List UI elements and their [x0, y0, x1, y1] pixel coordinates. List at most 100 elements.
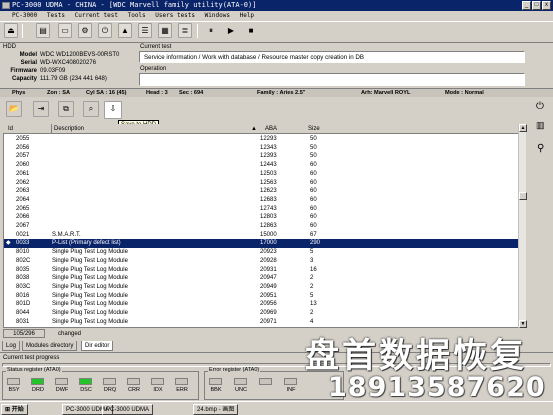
table-row[interactable]: 8044 Single Plug Test Log Module 20969 2 — [4, 309, 519, 317]
tab-modules-directory[interactable]: Modules directory — [22, 341, 78, 351]
exit-icon[interactable]: ⏏ — [4, 23, 18, 38]
status-led — [209, 378, 222, 385]
col-size[interactable]: Size — [308, 124, 320, 134]
cell-aba: 20971 — [260, 318, 277, 325]
chip-icon[interactable]: ▦ — [158, 23, 172, 38]
sort-arrow-icon: ▲ — [251, 126, 257, 132]
drive-icon[interactable]: ▭ — [58, 23, 72, 38]
probe-icon[interactable]: ⚲ — [537, 143, 544, 154]
cell-id: 2063 — [16, 188, 30, 195]
cell-size: 5 — [310, 292, 314, 299]
cell-size: 50 — [310, 144, 317, 151]
col-aba[interactable]: ABA — [265, 124, 277, 134]
table-row[interactable]: 2062 12563 60 — [4, 179, 519, 187]
cell-description: Single Plug Test Log Module — [52, 275, 128, 282]
table-row[interactable]: 8035 Single Plug Test Log Module 20931 16 — [4, 266, 519, 274]
cell-aba: 12393 — [260, 153, 277, 160]
table-row[interactable]: 803C Single Plug Test Log Module 20949 2 — [4, 283, 519, 291]
stop-icon[interactable]: ■ — [244, 23, 258, 38]
pause-icon[interactable]: ⏸ — [204, 23, 218, 38]
status-led — [55, 378, 68, 385]
cell-id: 803C — [16, 283, 31, 290]
col-id[interactable]: Id — [8, 124, 13, 134]
led-label: CRR — [128, 387, 140, 393]
menu-tools[interactable]: Tools — [128, 12, 146, 19]
view-icon[interactable]: ⌕ — [83, 101, 99, 117]
menu-current-test[interactable]: Current test — [75, 12, 118, 19]
copy-icon[interactable]: ⧉ — [58, 101, 74, 117]
menu-help[interactable]: Help — [240, 12, 254, 19]
table-row[interactable]: 0033 P-List (Primary defect list) 17000 290… — [4, 239, 519, 248]
table-scrollbar[interactable]: ▲ ▼ — [518, 124, 527, 328]
cell-aba: 12443 — [260, 162, 277, 169]
cell-size: 50 — [310, 136, 317, 142]
table-row[interactable]: 2055 12293 50 — [4, 135, 519, 143]
zones-icon[interactable]: ≣ — [178, 23, 192, 38]
taskbar-item-paint[interactable]: 24.bmp - 画图 — [193, 404, 239, 415]
tab-dir-editor[interactable]: Dir editor — [81, 341, 114, 351]
head-icon[interactable]: ▲ — [118, 23, 132, 38]
toolbar-separator — [197, 24, 198, 38]
menu-windows[interactable]: Windows — [205, 12, 230, 19]
table-row[interactable]: 2057 12393 50 — [4, 152, 519, 160]
tab-log[interactable]: Log — [2, 341, 21, 351]
table-row[interactable]: 2065 12743 60 — [4, 205, 519, 213]
close-button[interactable]: x — [542, 1, 551, 10]
watermark-phone: 18913587620 — [328, 372, 546, 403]
table-row[interactable]: 2063 12623 60 — [4, 187, 519, 195]
app-icon[interactable] — [2, 2, 10, 9]
hdd-capacity-label: Capacity — [11, 76, 37, 82]
cell-size: 2 — [310, 275, 314, 282]
power-icon[interactable]: ⏻ — [98, 23, 112, 38]
table-row[interactable]: 8038 Single Plug Test Log Module 20947 2 — [4, 274, 519, 282]
table-row[interactable]: 2067 12863 60 — [4, 222, 519, 230]
table-row[interactable]: 801D Single Plug Test Log Module 20956 13 — [4, 300, 519, 308]
table-row[interactable]: 0021 S.M.A.R.T. 15000 67 — [4, 231, 519, 239]
table-row[interactable]: 2056 12343 50 — [4, 144, 519, 152]
hdd-group-label: HDD — [3, 44, 16, 50]
cell-size: 60 — [310, 179, 317, 186]
cell-id: 2060 — [16, 162, 30, 169]
table-row[interactable]: 2066 12803 60 — [4, 213, 519, 221]
load-icon[interactable]: ⇥ — [33, 101, 49, 117]
open-folder-icon[interactable]: 📂 — [6, 101, 22, 117]
play-icon[interactable]: ▶ — [224, 23, 238, 38]
minimize-button[interactable]: _ — [522, 1, 531, 10]
table-row[interactable]: 8031 Single Plug Test Log Module 20971 4 — [4, 318, 519, 326]
status-led — [79, 378, 92, 385]
maximize-button[interactable]: □ — [532, 1, 541, 10]
cell-description: Single Plug Test Log Module — [52, 283, 128, 290]
col-description[interactable]: Description — [51, 124, 84, 134]
scroll-thumb[interactable] — [519, 192, 527, 200]
cell-size: 3 — [310, 257, 314, 264]
cell-description: P-List (Primary defect list) — [52, 240, 121, 247]
table-row[interactable]: 2060 12443 60 — [4, 161, 519, 169]
taskbar-item-pc3000-2[interactable]: PC-3000 UDMA — [102, 404, 154, 415]
status-register: Status register (ATA0) BSY DRD DWF DSC DRQ CR… — [2, 367, 199, 400]
table-row[interactable]: 2064 12683 60 — [4, 196, 519, 204]
table-row[interactable]: 8016 Single Plug Test Log Module 20951 5 — [4, 292, 519, 300]
cell-description: Single Plug Test Log Module — [52, 249, 128, 256]
save-to-hdd-button[interactable]: ⇩ — [104, 101, 122, 119]
start-button[interactable]: ⊞ 开始 — [1, 404, 28, 415]
utility-icon[interactable]: ▤ — [36, 23, 50, 38]
menu-pc3000[interactable]: PC-3000 — [12, 12, 37, 19]
power-control-icon[interactable]: ⏻ — [536, 101, 544, 112]
cell-id: 0021 — [16, 231, 30, 238]
reset-icon[interactable]: ▥ — [536, 120, 545, 131]
cell-aba: 12683 — [260, 196, 277, 203]
error-register-label: Error register (ATA0) — [208, 367, 261, 373]
settings-icon[interactable]: ⚙ — [78, 23, 92, 38]
menu-tests[interactable]: Tests — [47, 12, 65, 19]
cell-size: 60 — [310, 223, 317, 229]
cell-size: 5 — [310, 249, 314, 256]
menu-users-tests[interactable]: Users tests — [155, 12, 195, 19]
operation-field — [139, 73, 525, 86]
table-row[interactable]: 8010 Single Plug Test Log Module 20923 5 — [4, 248, 519, 256]
scroll-up-icon[interactable]: ▲ — [519, 124, 527, 132]
scroll-down-icon[interactable]: ▼ — [519, 320, 527, 328]
table-row[interactable]: 802C Single Plug Test Log Module 20928 3 — [4, 257, 519, 265]
hdd-model-row: Model WDC WD1200BEVS-00RST0 — [3, 51, 133, 59]
table-row[interactable]: 2061 12503 60 — [4, 170, 519, 178]
table-icon[interactable]: ☰ — [138, 23, 152, 38]
